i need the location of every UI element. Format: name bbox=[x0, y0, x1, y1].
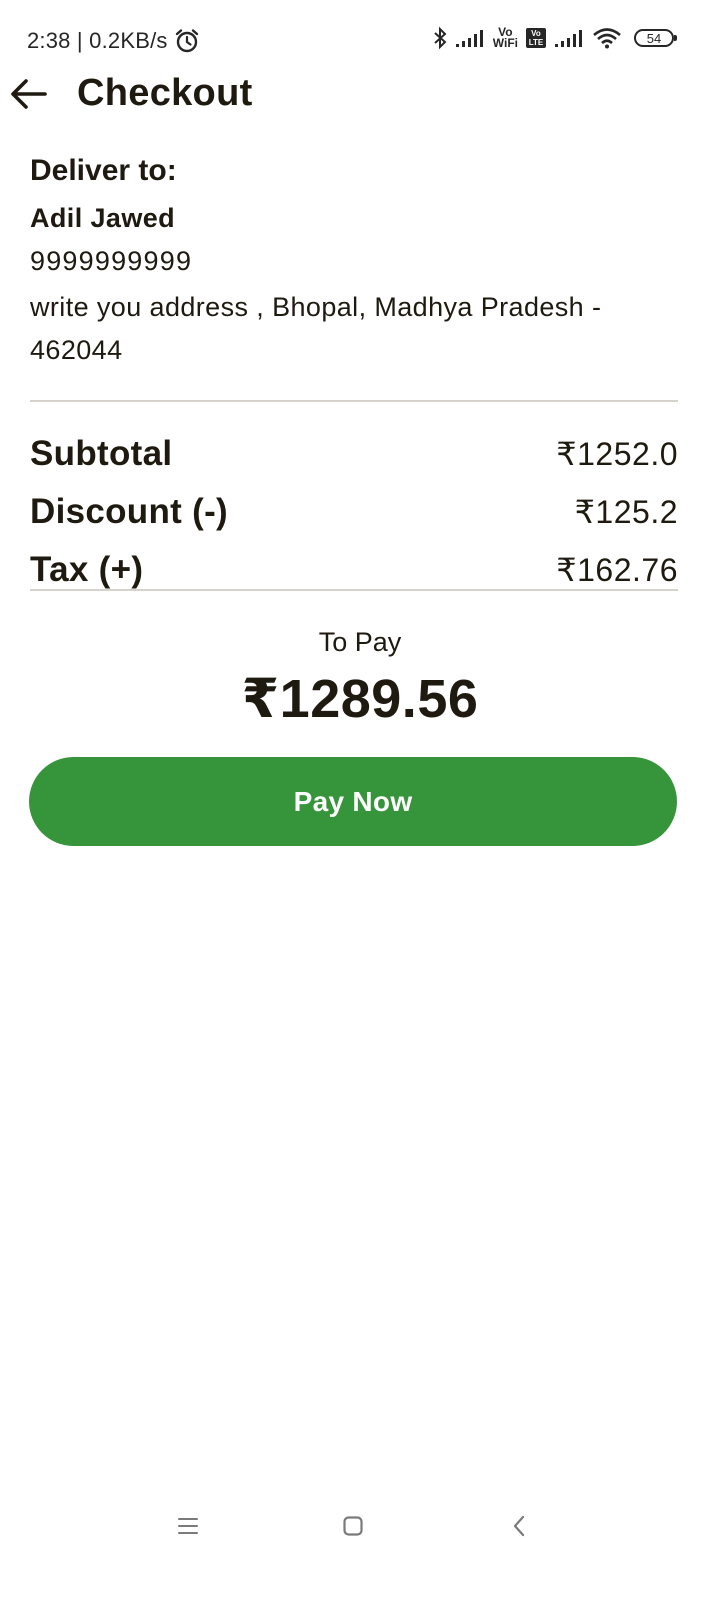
customer-name: Adil Jawed bbox=[30, 203, 176, 233]
signal-icon bbox=[554, 28, 584, 48]
system-nav-bar bbox=[0, 1490, 720, 1560]
bluetooth-icon bbox=[433, 26, 447, 50]
subtotal-row: Subtotal ₹1252.0 bbox=[30, 425, 678, 483]
subtotal-value: ₹1252.0 bbox=[556, 436, 678, 472]
discount-row: Discount (-) ₹125.2 bbox=[30, 483, 678, 541]
alarm-icon bbox=[174, 28, 200, 54]
menu-icon bbox=[177, 1517, 199, 1535]
subtotal-label: Subtotal bbox=[30, 434, 173, 473]
to-pay-amount: ₹1289.56 bbox=[241, 669, 479, 729]
back-button[interactable] bbox=[6, 72, 50, 116]
delivery-section: Deliver to: Adil Jawed 9999999999 write … bbox=[30, 150, 680, 372]
to-pay-label: To Pay bbox=[318, 627, 402, 657]
home-icon bbox=[342, 1515, 364, 1537]
tax-value: ₹162.76 bbox=[556, 552, 678, 588]
volte-top: Vo bbox=[531, 29, 541, 38]
vo-wifi-icon: Vo WiFi bbox=[492, 26, 518, 50]
time-and-speed: 2:38 | 0.2KB/s bbox=[27, 28, 168, 53]
pay-now-button[interactable]: Pay Now bbox=[29, 757, 677, 846]
back-icon bbox=[511, 1515, 527, 1537]
customer-phone: 9999999999 bbox=[30, 246, 193, 276]
battery-level: 54 bbox=[646, 30, 662, 46]
arrow-left-icon bbox=[9, 78, 47, 110]
customer-address: write you address , Bhopal, Madhya Prade… bbox=[30, 292, 602, 365]
divider bbox=[30, 400, 678, 402]
to-pay-section: To Pay ₹1289.56 bbox=[0, 622, 720, 734]
vo-wifi-bottom: WiFi bbox=[492, 36, 518, 50]
discount-label: Discount (-) bbox=[30, 492, 229, 531]
status-icons: Vo WiFi Vo LTE 54 bbox=[433, 26, 677, 50]
status-left: 2:38 | 0.2KB/s bbox=[27, 28, 200, 54]
page-title: Checkout bbox=[77, 72, 253, 114]
volte-bottom: LTE bbox=[528, 38, 544, 47]
tax-label: Tax (+) bbox=[30, 550, 144, 589]
discount-value: ₹125.2 bbox=[574, 494, 678, 530]
deliver-to-heading: Deliver to: bbox=[30, 154, 177, 187]
app-header: Checkout bbox=[0, 62, 720, 126]
home-button[interactable] bbox=[333, 1508, 373, 1544]
volte-icon: Vo LTE bbox=[526, 28, 546, 48]
wifi-icon bbox=[592, 27, 622, 49]
recents-button[interactable] bbox=[168, 1508, 208, 1544]
price-summary: Subtotal ₹1252.0 Discount (-) ₹125.2 Tax… bbox=[30, 425, 678, 599]
signal-icon bbox=[455, 28, 485, 48]
system-back-button[interactable] bbox=[499, 1508, 539, 1544]
divider bbox=[30, 589, 678, 591]
battery-icon: 54 bbox=[634, 29, 677, 47]
